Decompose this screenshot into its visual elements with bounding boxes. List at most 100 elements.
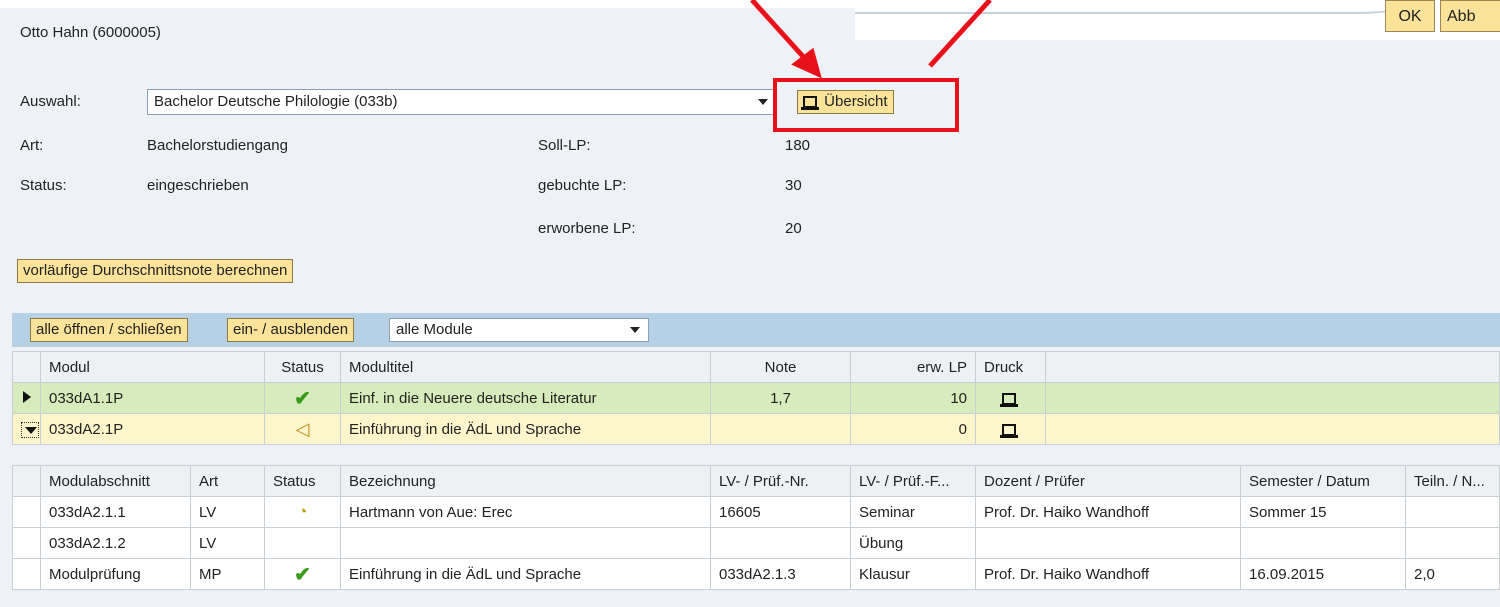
header-nr[interactable]: LV- / Prüf.-Nr. bbox=[710, 465, 851, 497]
empty-cell bbox=[12, 558, 41, 590]
annotation-arrowhead-left bbox=[791, 47, 822, 79]
art-label: Art: bbox=[20, 137, 44, 154]
gebuchte-lp-label: gebuchte LP: bbox=[538, 177, 627, 194]
status-cell: ◁ bbox=[264, 413, 341, 445]
section-row[interactable]: 033dA2.1.1 LV ◔ Hartmann von Aue: Erec 1… bbox=[12, 496, 1500, 528]
module-row[interactable]: 033dA2.1P ◁ Einführung in die ÄdL und Sp… bbox=[12, 413, 1500, 445]
print-cell[interactable] bbox=[975, 382, 1046, 414]
section-art: LV bbox=[190, 527, 265, 559]
header-art[interactable]: Art bbox=[190, 465, 265, 497]
section-code: 033dA2.1.1 bbox=[40, 496, 191, 528]
section-title: Einführung in die ÄdL und Sprache bbox=[340, 558, 711, 590]
empty-cell bbox=[1045, 413, 1500, 445]
checkmark-icon: ✔ bbox=[294, 387, 311, 410]
status-label: Status: bbox=[20, 177, 67, 194]
module-title: Einf. in die Neuere deutsche Literatur bbox=[340, 382, 711, 414]
module-code: 033dA1.1P bbox=[40, 382, 265, 414]
status-cell: ◔ bbox=[264, 496, 341, 528]
program-select-value: Bachelor Deutsche Philologie (033b) bbox=[154, 93, 398, 110]
header-note[interactable]: Note bbox=[710, 351, 851, 383]
section-form: Seminar bbox=[850, 496, 976, 528]
section-nr: 033dA2.1.3 bbox=[710, 558, 851, 590]
section-row[interactable]: Modulprüfung MP ✔ Einführung in die ÄdL … bbox=[12, 558, 1500, 590]
section-teiln bbox=[1405, 496, 1500, 528]
status-cell: ✔ bbox=[264, 558, 341, 590]
module-filter-value: alle Module bbox=[396, 321, 473, 338]
print-icon[interactable] bbox=[1000, 423, 1018, 438]
header-teiln[interactable]: Teiln. / N... bbox=[1405, 465, 1500, 497]
header-druck[interactable]: Druck bbox=[975, 351, 1046, 383]
collapse-icon[interactable] bbox=[21, 421, 39, 438]
module-title: Einführung in die ÄdL und Sprache bbox=[340, 413, 711, 445]
program-select[interactable]: Bachelor Deutsche Philologie (033b) bbox=[147, 89, 777, 115]
print-icon[interactable] bbox=[1000, 392, 1018, 407]
header-abschnitt[interactable]: Modulabschnitt bbox=[40, 465, 191, 497]
header-modultitel[interactable]: Modultitel bbox=[340, 351, 711, 383]
section-art: MP bbox=[190, 558, 265, 590]
section-table: Modulabschnitt Art Status Bezeichnung LV… bbox=[12, 465, 1500, 590]
section-form: Übung bbox=[850, 527, 976, 559]
expand-icon[interactable] bbox=[22, 390, 31, 403]
header-dozent[interactable]: Dozent / Prüfer bbox=[975, 465, 1241, 497]
erworbene-lp-label: erworbene LP: bbox=[538, 220, 636, 237]
section-row[interactable]: 033dA2.1.2 LV Übung bbox=[12, 527, 1500, 559]
module-table: Modul Status Modultitel Note erw. LP Dru… bbox=[12, 351, 1500, 445]
header-status[interactable]: Status bbox=[264, 351, 341, 383]
section-teiln bbox=[1405, 527, 1500, 559]
section-semester: 16.09.2015 bbox=[1240, 558, 1406, 590]
module-header-row: Modul Status Modultitel Note erw. LP Dru… bbox=[12, 351, 1500, 383]
expand-cell[interactable] bbox=[12, 382, 41, 414]
section-title: Hartmann von Aue: Erec bbox=[340, 496, 711, 528]
section-nr: 16605 bbox=[710, 496, 851, 528]
header-cell bbox=[1045, 351, 1500, 383]
section-header-row: Modulabschnitt Art Status Bezeichnung LV… bbox=[12, 465, 1500, 497]
header-modul[interactable]: Modul bbox=[40, 351, 265, 383]
section-dozent: Prof. Dr. Haiko Wandhoff bbox=[975, 496, 1241, 528]
header-form[interactable]: LV- / Prüf.-F... bbox=[850, 465, 976, 497]
toggle-all-button[interactable]: alle öffnen / schließen bbox=[30, 318, 188, 342]
collapse-cell[interactable] bbox=[12, 413, 41, 445]
print-cell[interactable] bbox=[975, 413, 1046, 445]
header-status[interactable]: Status bbox=[264, 465, 341, 497]
module-lp: 10 bbox=[850, 382, 976, 414]
chevron-down-icon bbox=[758, 99, 768, 105]
section-nr bbox=[710, 527, 851, 559]
section-title bbox=[340, 527, 711, 559]
module-filter-select[interactable]: alle Module bbox=[389, 318, 649, 342]
status-cell bbox=[264, 527, 341, 559]
header-cell bbox=[12, 351, 41, 383]
checkmark-icon: ✔ bbox=[294, 563, 311, 586]
gebuchte-lp-value: 30 bbox=[785, 177, 802, 194]
empty-cell bbox=[1045, 382, 1500, 414]
section-teiln: 2,0 bbox=[1405, 558, 1500, 590]
show-hide-button[interactable]: ein- / ausblenden bbox=[227, 318, 355, 342]
section-code: 033dA2.1.2 bbox=[40, 527, 191, 559]
abort-button[interactable]: Abb bbox=[1440, 0, 1500, 32]
status-cell: ✔ bbox=[264, 382, 341, 414]
header-semester[interactable]: Semester / Datum bbox=[1240, 465, 1406, 497]
empty-cell bbox=[12, 496, 41, 528]
header-bezeichnung[interactable]: Bezeichnung bbox=[340, 465, 711, 497]
art-value: Bachelorstudiengang bbox=[147, 137, 288, 154]
student-name: Otto Hahn (6000005) bbox=[20, 24, 161, 41]
module-toolbar: alle öffnen / schließen ein- / ausblende… bbox=[12, 313, 1500, 347]
section-semester: Sommer 15 bbox=[1240, 496, 1406, 528]
header-lp[interactable]: erw. LP bbox=[850, 351, 976, 383]
header-cell bbox=[12, 465, 41, 497]
section-semester bbox=[1240, 527, 1406, 559]
soll-lp-value: 180 bbox=[785, 137, 811, 154]
annotation-arrow-left bbox=[750, 0, 810, 64]
ok-button[interactable]: OK bbox=[1385, 0, 1435, 32]
chevron-down-icon bbox=[630, 327, 640, 333]
module-note bbox=[710, 413, 851, 445]
section-code: Modulprüfung bbox=[40, 558, 191, 590]
section-dozent: Prof. Dr. Haiko Wandhoff bbox=[975, 558, 1241, 590]
empty-cell bbox=[12, 527, 41, 559]
calc-average-button[interactable]: vorläufige Durchschnittsnote berechnen bbox=[17, 259, 294, 283]
erworbene-lp-value: 20 bbox=[785, 220, 802, 237]
module-code: 033dA2.1P bbox=[40, 413, 265, 445]
soll-lp-label: Soll-LP: bbox=[538, 137, 591, 154]
module-row[interactable]: 033dA1.1P ✔ Einf. in die Neuere deutsche… bbox=[12, 382, 1500, 414]
section-art: LV bbox=[190, 496, 265, 528]
section-form: Klausur bbox=[850, 558, 976, 590]
